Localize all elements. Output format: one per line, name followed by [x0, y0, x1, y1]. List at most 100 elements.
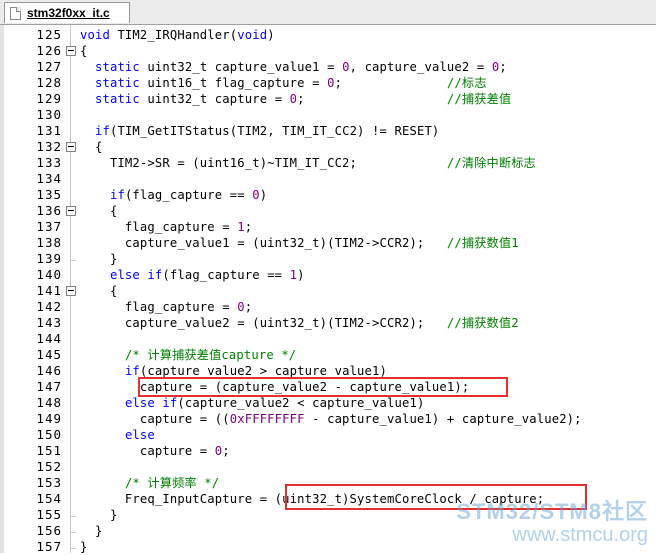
code-line[interactable]: 129 static uint32_t capture = 0; //捕获差值	[0, 91, 656, 107]
line-number: 144	[36, 331, 62, 346]
line-number: 138	[36, 235, 62, 250]
fold-collapse-icon[interactable]	[66, 206, 76, 216]
code-line[interactable]: 141 {	[0, 283, 656, 299]
code-line[interactable]: 126 {	[0, 43, 656, 59]
comment-token: /* 计算捕获差值capture */	[124, 348, 297, 362]
code-line[interactable]: 133 TIM2->SR = (uint16_t)~TIM_IT_CC2; //…	[0, 155, 656, 171]
code-line[interactable]: 135 if(flag_capture == 0)	[0, 187, 656, 203]
code-text: else if(capture_value2 < capture_value1)	[80, 395, 424, 411]
code-token: uint32_t capture_value1 =	[139, 60, 343, 74]
code-token: (capture_value2 < capture_value1)	[177, 396, 425, 410]
watermark: STM32/STM8社区 www.stmcu.org	[456, 494, 648, 547]
code-token: )	[297, 268, 305, 282]
keyword-token: if	[124, 364, 140, 378]
code-line[interactable]: 128 static uint16_t flag_capture = 0; //…	[0, 75, 656, 91]
code-line[interactable]: 142 flag_capture = 0;	[0, 299, 656, 315]
code-line[interactable]: 136 {	[0, 203, 656, 219]
code-text: capture_value2 = (uint32_t)(TIM2->CCR2);…	[80, 315, 519, 331]
code-text: else if(flag_capture == 1)	[80, 267, 305, 283]
line-number: 128	[36, 75, 62, 90]
code-text: {	[80, 139, 102, 155]
watermark-title: STM32/STM8社区	[456, 499, 648, 524]
code-token: flag_capture =	[80, 300, 238, 314]
code-line[interactable]: 139 }	[0, 251, 656, 267]
c-file-icon	[10, 7, 21, 20]
code-line[interactable]: 152	[0, 459, 656, 475]
code-token: )	[259, 188, 268, 202]
line-number: 136	[36, 203, 62, 218]
code-token: ;	[222, 444, 230, 458]
code-line[interactable]: 125 void TIM2_IRQHandler(void)	[0, 27, 656, 43]
keyword-token: void	[237, 28, 268, 42]
code-text: {	[80, 203, 117, 219]
code-token: uint16_t flag_capture =	[139, 76, 328, 90]
code-line[interactable]: 144	[0, 331, 656, 347]
code-token: TIM2_IRQHandler(	[109, 28, 238, 42]
code-token: ;	[244, 220, 253, 234]
code-text: {	[80, 43, 88, 59]
tab-bar: stm32f0xx_it.c	[0, 0, 656, 25]
code-line[interactable]: 149 capture = ((0xFFFFFFFF - capture_val…	[0, 411, 656, 427]
code-line[interactable]: 138 capture_value1 = (uint32_t)(TIM2->CC…	[0, 235, 656, 251]
fold-collapse-icon[interactable]	[66, 46, 76, 56]
line-number: 130	[36, 107, 62, 122]
fold-collapse-icon[interactable]	[66, 286, 76, 296]
code-line[interactable]: 148 else if(capture_value2 < capture_val…	[0, 395, 656, 411]
line-number: 137	[36, 219, 62, 234]
code-line[interactable]: 145 /* 计算捕获差值capture */	[0, 347, 656, 363]
code-token: uint32_t capture =	[139, 92, 290, 106]
comment-token: //清除中断标志	[446, 156, 536, 170]
code-text: }	[80, 507, 117, 523]
code-token: {	[80, 284, 118, 298]
line-number: 156	[36, 523, 62, 538]
code-line[interactable]: 150 else	[0, 427, 656, 443]
number-token: 0	[327, 76, 335, 90]
code-token: ;	[334, 76, 447, 90]
code-text: TIM2->SR = (uint16_t)~TIM_IT_CC2; //清除中断…	[80, 155, 536, 171]
file-tab-label: stm32f0xx_it.c	[27, 6, 110, 20]
comment-token: //捕获数值1	[446, 236, 519, 250]
line-number: 140	[36, 267, 62, 282]
code-line[interactable]: 140 else if(flag_capture == 1)	[0, 267, 656, 283]
keyword-token: void	[80, 28, 110, 42]
code-text: capture_value1 = (uint32_t)(TIM2->CCR2);…	[80, 235, 519, 251]
number-token: 1	[237, 220, 245, 234]
fold-collapse-icon[interactable]	[66, 142, 76, 152]
code-token: (capture_value2 > capture_value1)	[139, 364, 388, 378]
line-number: 125	[36, 27, 62, 42]
code-token: capture = ((	[80, 412, 230, 426]
number-token: 0	[252, 188, 260, 202]
number-token: 0xFFFFFFFF	[229, 412, 305, 426]
code-text: static uint32_t capture_value1 = 0, capt…	[80, 59, 507, 75]
comment-token: //捕获数值2	[446, 316, 519, 330]
code-line[interactable]: 134	[0, 171, 656, 187]
code-token: capture_value2 = (uint32_t)(TIM2->CCR2);	[80, 316, 447, 330]
line-number: 145	[36, 347, 62, 362]
code-line[interactable]: 127 static uint32_t capture_value1 = 0, …	[0, 59, 656, 75]
code-editor[interactable]: 125 void TIM2_IRQHandler(void) 126 {127 sta…	[0, 25, 656, 554]
keyword-token: else if	[124, 396, 178, 410]
keyword-token: static	[94, 92, 140, 106]
code-line[interactable]: 130	[0, 107, 656, 123]
code-line[interactable]: 132 {	[0, 139, 656, 155]
line-number: 143	[36, 315, 62, 330]
line-number: 146	[36, 363, 62, 378]
code-text: /* 计算频率 */	[80, 475, 219, 491]
code-line[interactable]: 131 if(TIM_GetITStatus(TIM2, TIM_IT_CC2)…	[0, 123, 656, 139]
code-token: (flag_capture ==	[162, 268, 290, 282]
code-text: if(flag_capture == 0)	[80, 187, 267, 203]
code-line[interactable]: 143 capture_value2 = (uint32_t)(TIM2->CC…	[0, 315, 656, 331]
code-line[interactable]: 137 flag_capture = 1;	[0, 219, 656, 235]
code-line[interactable]: 151 capture = 0;	[0, 443, 656, 459]
file-tab[interactable]: stm32f0xx_it.c	[4, 2, 130, 23]
code-token: {	[80, 44, 88, 58]
